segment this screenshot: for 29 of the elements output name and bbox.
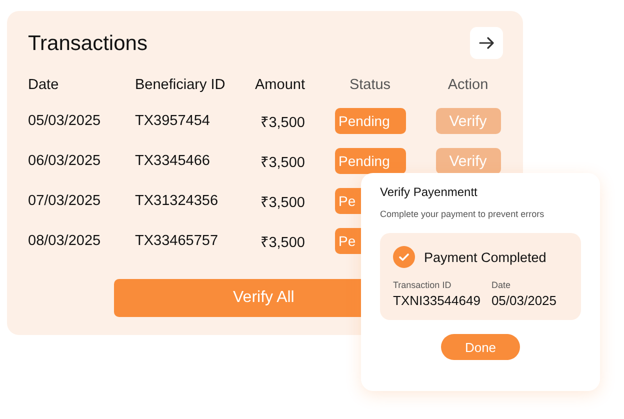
- column-header: Action: [448, 77, 488, 93]
- amount-cell-text: ₹3,500: [260, 234, 305, 251]
- beneficiary-id-cell: TX31324356: [135, 193, 218, 209]
- beneficiary-id-cell: TX3957454: [135, 113, 210, 129]
- amount-cell-text: ₹3,500: [260, 194, 305, 211]
- column-header: Date: [28, 77, 59, 93]
- amount-cell-text: ₹3,500: [260, 114, 305, 131]
- check-icon: [393, 246, 415, 268]
- arrow-button[interactable]: [470, 27, 503, 59]
- date-cell: 08/03/2025: [28, 233, 101, 249]
- date-cell: 05/03/2025: [28, 113, 101, 129]
- column-header: Beneficiary ID: [135, 77, 226, 93]
- result-title: Payment Completed: [424, 250, 546, 264]
- card-title: Transactions: [28, 32, 148, 56]
- date-cell: 06/03/2025: [28, 153, 101, 169]
- field-label: Date: [491, 280, 512, 290]
- arrow-right-icon: [478, 37, 494, 49]
- beneficiary-id-cell: TX33465757: [135, 233, 218, 249]
- amount-cell-text: ₹3,500: [260, 154, 305, 171]
- field-value: 05/03/2025: [491, 293, 557, 308]
- done-button[interactable]: Done: [441, 334, 520, 360]
- column-header: Status: [349, 77, 391, 93]
- verify-button[interactable]: Verify: [436, 148, 500, 174]
- status-badge: Pending: [334, 148, 406, 174]
- column-header: Amount: [255, 77, 305, 93]
- beneficiary-id-cell: TX3345466: [135, 153, 210, 169]
- verify-button[interactable]: Verify: [436, 108, 500, 134]
- date-cell: 07/03/2025: [28, 193, 101, 209]
- status-badge: Pending: [334, 108, 406, 134]
